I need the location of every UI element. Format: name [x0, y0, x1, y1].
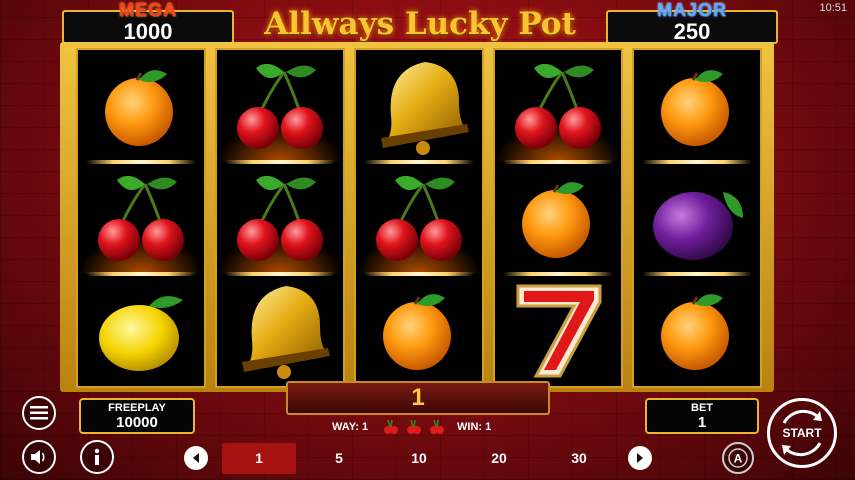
symbol-cherry — [78, 162, 204, 274]
bet-option-1[interactable]: 1 — [222, 443, 296, 474]
row-divider — [503, 272, 613, 276]
cherry-icon — [506, 58, 610, 154]
orange-icon — [649, 282, 745, 378]
bet-value: 1 — [697, 414, 707, 431]
freeplay-value: 10000 — [116, 414, 158, 431]
winning-cherries-icon — [384, 419, 444, 434]
major-jackpot: MAJOR 250 — [606, 0, 778, 44]
row-divider — [364, 160, 474, 164]
info-button[interactable] — [80, 440, 114, 474]
autoplay-button[interactable]: A — [722, 442, 754, 474]
sound-icon — [31, 450, 45, 464]
orange-icon — [93, 58, 189, 154]
svg-text:A: A — [734, 452, 743, 466]
row-divider — [642, 160, 752, 164]
bet-option-10[interactable]: 10 — [382, 443, 456, 474]
symbol-cherry — [495, 50, 621, 162]
row-divider — [225, 160, 335, 164]
cherry-icon — [89, 170, 193, 266]
row-divider — [642, 272, 752, 276]
mega-jackpot: MEGA 1000 — [62, 0, 234, 44]
orange-icon — [510, 170, 606, 266]
orange-icon — [371, 282, 467, 378]
cherry-icon — [228, 58, 332, 154]
reel-1 — [76, 48, 206, 388]
symbol-plum — [634, 162, 760, 274]
symbol-cherry — [217, 50, 343, 162]
left-arrow-icon — [193, 453, 199, 463]
reel-3 — [354, 48, 484, 388]
lemon-icon — [93, 282, 189, 378]
reel-2 — [215, 48, 345, 388]
way-count: WAY: 1 — [332, 421, 369, 433]
bet-option-30[interactable]: 30 — [542, 443, 616, 474]
symbol-seven — [495, 274, 621, 386]
bell-icon — [367, 56, 471, 156]
row-divider — [86, 272, 196, 276]
symbol-orange — [634, 50, 760, 162]
orange-icon — [649, 58, 745, 154]
menu-button[interactable] — [22, 396, 56, 430]
status-time: 10:51 — [819, 2, 847, 14]
reel-5 — [632, 48, 762, 388]
symbol-bell — [217, 274, 343, 386]
reel-4 — [493, 48, 623, 388]
bet-prev-button[interactable] — [184, 446, 208, 470]
freeplay-box: FREEPLAY 10000 — [79, 398, 195, 434]
start-button[interactable]: START — [767, 398, 837, 468]
symbol-orange — [495, 162, 621, 274]
row-divider — [364, 272, 474, 276]
start-label: START — [782, 426, 822, 440]
symbol-orange — [78, 50, 204, 162]
autoplay-icon: A — [728, 448, 748, 468]
cherry-icon — [228, 170, 332, 266]
right-arrow-icon — [637, 453, 643, 463]
bet-selector: 1 5 10 20 30 — [176, 440, 664, 476]
mega-jackpot-label: MEGA — [119, 0, 177, 20]
row-divider — [503, 160, 613, 164]
info-icon — [94, 448, 100, 465]
symbol-orange — [634, 274, 760, 386]
bet-option-5[interactable]: 5 — [302, 443, 376, 474]
cherry-icon — [367, 170, 471, 266]
bet-box: BET 1 — [645, 398, 759, 434]
win-count: WIN: 1 — [457, 421, 492, 433]
symbol-cherry — [217, 162, 343, 274]
bell-icon — [228, 280, 332, 380]
row-divider — [225, 272, 335, 276]
row-divider — [86, 160, 196, 164]
symbol-lemon — [78, 274, 204, 386]
win-display: 1 — [286, 381, 550, 415]
game-title: Allways Lucky Pot — [264, 6, 576, 42]
bet-option-20[interactable]: 20 — [462, 443, 536, 474]
symbol-orange — [356, 274, 482, 386]
menu-icon — [30, 406, 48, 420]
seven-icon — [508, 278, 608, 382]
symbol-cherry — [356, 162, 482, 274]
symbol-bell — [356, 50, 482, 162]
major-jackpot-label: MAJOR — [656, 0, 727, 20]
plum-icon — [645, 170, 749, 266]
freeplay-label: FREEPLAY — [108, 402, 166, 414]
bet-label: BET — [691, 402, 713, 414]
bet-next-button[interactable] — [628, 446, 652, 470]
sound-button[interactable] — [22, 440, 56, 474]
